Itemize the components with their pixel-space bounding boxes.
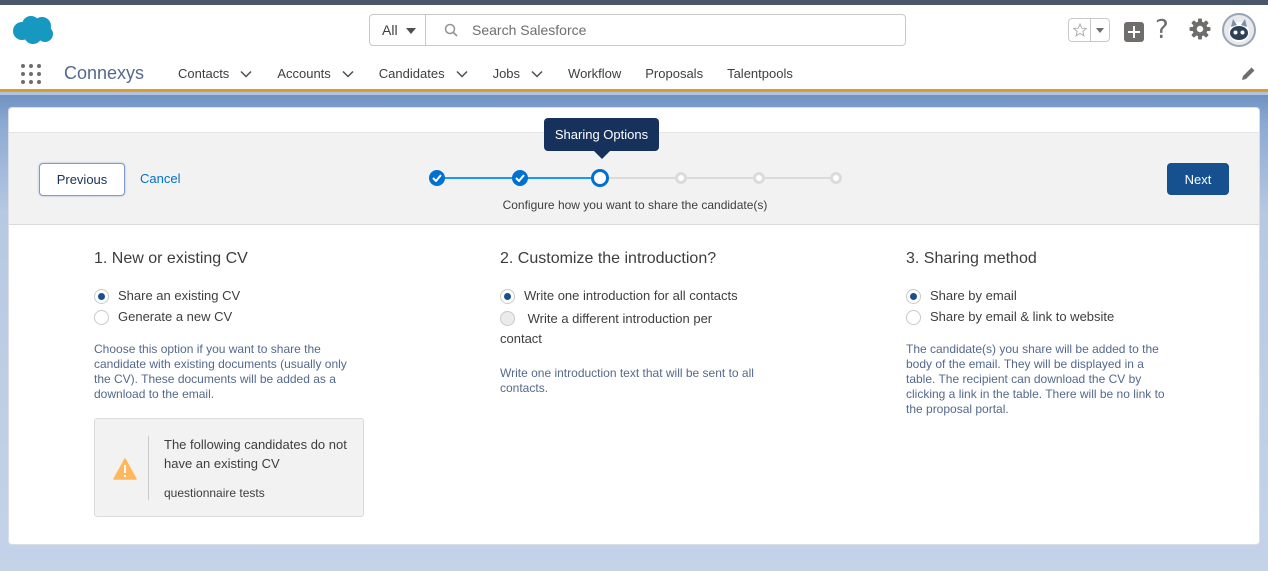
nav-item-accounts[interactable]: Accounts: [277, 55, 354, 92]
chevron-down-icon: [405, 28, 416, 34]
search-icon: [444, 23, 458, 37]
radio-label: Write one introduction for all contacts: [524, 288, 738, 303]
checkmark-icon: [432, 174, 442, 182]
chevron-down-icon: [1096, 27, 1104, 33]
nav-item-label: Contacts: [178, 66, 230, 81]
progress-step-4[interactable]: [675, 172, 687, 184]
radio-button[interactable]: [906, 289, 921, 304]
nav-items: Contacts Accounts Candidates Jobs Workflow Pr…: [178, 55, 817, 92]
step-tooltip: Sharing Options: [544, 118, 659, 159]
search-scope-dropdown[interactable]: All: [370, 15, 426, 45]
edit-nav-pencil-icon[interactable]: [1240, 65, 1257, 82]
radio-button[interactable]: [94, 289, 109, 304]
app-launcher-icon[interactable]: [21, 64, 41, 84]
checkmark-icon: [515, 174, 525, 182]
warning-message: The following candidates do not have an …: [164, 437, 347, 471]
progress-step-1[interactable]: [429, 170, 445, 186]
radio-label: Share an existing CV: [118, 288, 241, 303]
share-candidates-card: Previous Cancel Next Sharing Options Con…: [8, 107, 1260, 545]
nav-item-talentpools[interactable]: Talentpools: [727, 55, 793, 92]
nav-item-label: Proposals: [645, 66, 704, 81]
star-icon: [1072, 23, 1087, 37]
radio-label: Share by email & link to website: [930, 309, 1115, 324]
section-introduction-help: Write one introduction text that will be…: [500, 366, 754, 395]
radio-generate-new-cv[interactable]: Generate a new CV: [94, 309, 369, 325]
section-introduction: 2. Customize the introduction? Write one…: [500, 250, 770, 396]
nav-item-label: Accounts: [277, 66, 331, 81]
warning-box: The following candidates do not have an …: [94, 418, 364, 517]
favorites-button-group: [1068, 18, 1110, 42]
radio-share-by-email-and-link[interactable]: Share by email & link to website: [906, 309, 1181, 325]
radio-button[interactable]: [906, 310, 921, 325]
progress-step-5[interactable]: [753, 172, 765, 184]
progress-step-2[interactable]: [512, 170, 528, 186]
step-caption: Configure how you want to share the cand…: [502, 198, 768, 212]
global-search: All: [369, 14, 906, 46]
section-sharing-method-title: 3. Sharing method: [906, 250, 1037, 267]
search-field: [426, 15, 905, 45]
progress-step-3[interactable]: [591, 169, 609, 187]
gear-icon[interactable]: [1188, 17, 1212, 41]
astro-avatar-icon: [1229, 19, 1249, 42]
radio-label: Share by email: [930, 288, 1017, 303]
previous-button[interactable]: Previous: [39, 163, 125, 196]
radio-button[interactable]: [500, 311, 515, 326]
section-cv-help: Choose this option if you want to share …: [94, 342, 347, 401]
radio-share-by-email[interactable]: Share by email: [906, 288, 1181, 304]
nav-item-proposals[interactable]: Proposals: [645, 55, 703, 92]
warning-candidate-item: questionnaire tests: [164, 486, 265, 500]
nav-item-label: Jobs: [492, 66, 521, 81]
salesforce-logo-icon[interactable]: [12, 15, 54, 45]
cancel-link[interactable]: Cancel: [140, 171, 180, 186]
nav-item-label: Talentpools: [727, 66, 793, 81]
nav-item-label: Candidates: [378, 66, 445, 81]
search-scope-label: All: [382, 22, 398, 38]
radio-label: Generate a new CV: [118, 309, 233, 324]
radio-label: Write a different introduction per conta…: [500, 311, 713, 346]
nav-item-label: Workflow: [568, 66, 622, 81]
search-input[interactable]: [472, 22, 872, 38]
nav-item-workflow[interactable]: Workflow: [568, 55, 621, 92]
radio-different-introduction[interactable]: Write a different introduction per conta…: [500, 309, 740, 349]
progress-step-6[interactable]: [830, 172, 842, 184]
user-avatar[interactable]: [1222, 13, 1256, 47]
nav-item-candidates[interactable]: Candidates: [379, 55, 469, 92]
next-button[interactable]: Next: [1167, 163, 1229, 195]
radio-one-introduction[interactable]: Write one introduction for all contacts: [500, 288, 770, 304]
section-sharing-method: 3. Sharing method Share by email Share b…: [906, 250, 1181, 417]
global-header: All ?: [0, 5, 1268, 55]
nav-item-jobs[interactable]: Jobs: [493, 55, 544, 92]
section-cv-title: 1. New or existing CV: [94, 250, 248, 267]
radio-button[interactable]: [500, 289, 515, 304]
app-navigation-bar: Connexys Contacts Accounts Candidates Jobs W…: [0, 55, 1268, 92]
chevron-down-icon[interactable]: [341, 67, 355, 81]
favorites-menu-button[interactable]: [1091, 19, 1109, 41]
section-cv: 1. New or existing CV Share an existing …: [94, 250, 369, 402]
global-actions-button[interactable]: [1124, 22, 1144, 42]
warning-icon: [113, 458, 137, 480]
section-introduction-title: 2. Customize the introduction?: [500, 250, 717, 267]
chevron-down-icon[interactable]: [530, 67, 544, 81]
favorites-button[interactable]: [1069, 19, 1091, 41]
nav-item-contacts[interactable]: Contacts: [178, 55, 253, 92]
help-icon[interactable]: ?: [1155, 15, 1169, 45]
app-name: Connexys: [64, 63, 145, 83]
chevron-down-icon[interactable]: [455, 67, 469, 81]
radio-button[interactable]: [94, 310, 109, 325]
section-sharing-method-help: The candidate(s) you share will be added…: [906, 342, 1165, 416]
radio-share-existing-cv[interactable]: Share an existing CV: [94, 288, 369, 304]
warning-divider: [148, 436, 149, 500]
chevron-down-icon[interactable]: [239, 67, 253, 81]
